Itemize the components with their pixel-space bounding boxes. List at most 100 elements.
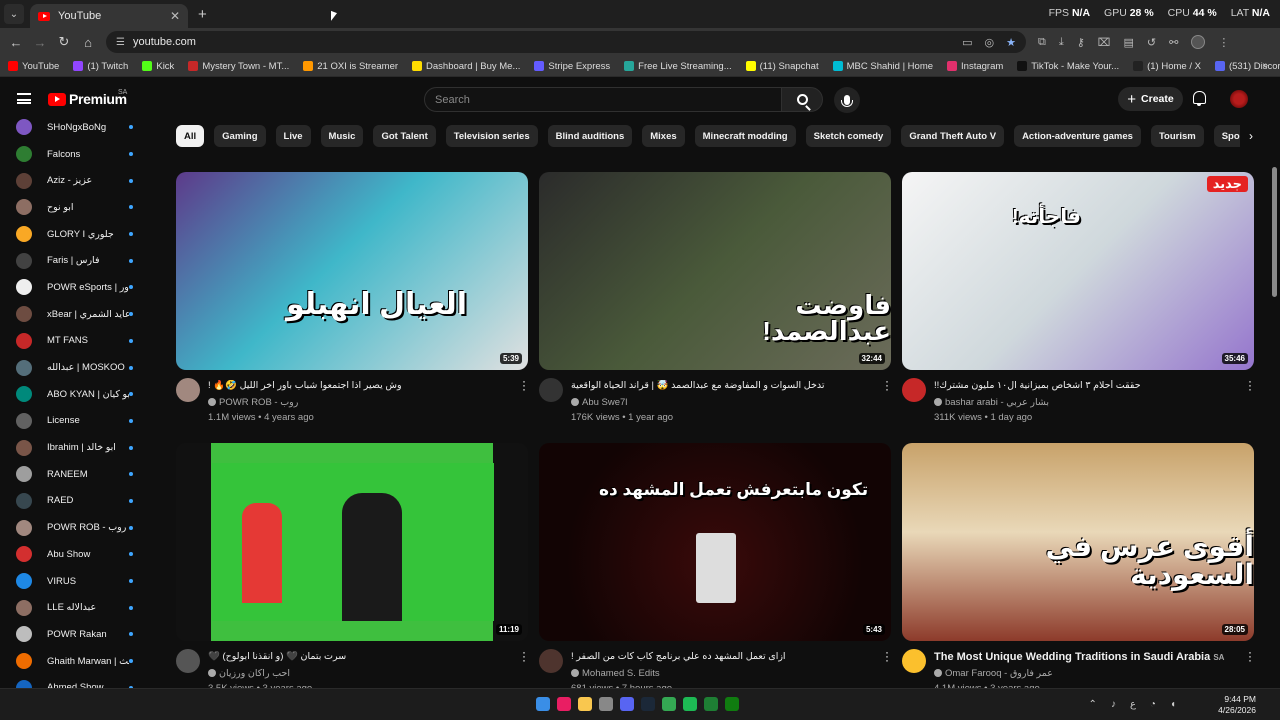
video-title[interactable]: وش يصير اذا اجتمعوا شباب باور اخر الليل … (208, 380, 508, 391)
eye-off-icon[interactable]: ◎ (985, 36, 995, 49)
cast-icon[interactable]: ▭ (962, 36, 972, 49)
new-tab-button[interactable]: + (198, 6, 207, 23)
filter-chip[interactable]: Television series (445, 125, 538, 147)
filter-chip[interactable]: Got Talent (373, 125, 436, 147)
tab-close-icon[interactable]: ✕ (170, 9, 180, 23)
bookmark-item[interactable]: (1) Home / X (1133, 61, 1201, 72)
key-icon[interactable]: ⚷ (1077, 36, 1085, 49)
more-options-icon[interactable]: · · · (885, 375, 889, 395)
video-card[interactable]: 11:19 سرت بتمان 🖤 (و انقذنا ابولوح) 🖤 احب … (176, 443, 528, 688)
sidebar-subscription-item[interactable]: POWR eSports | باور (0, 274, 146, 301)
bookmark-item[interactable]: Free Live Streaming... (624, 61, 732, 72)
more-options-icon[interactable]: · · · (885, 646, 889, 666)
search-box[interactable] (424, 87, 782, 112)
sidebar-subscription-item[interactable]: عبدالله | MOSKOO (0, 354, 146, 381)
bookmark-item[interactable]: (1) Twitch (73, 61, 128, 72)
more-options-icon[interactable]: · · · (1248, 646, 1252, 666)
filter-chip[interactable]: Grand Theft Auto V (901, 125, 1005, 147)
channel-avatar[interactable] (539, 649, 563, 673)
channel-avatar[interactable] (902, 649, 926, 673)
settings-icon[interactable] (599, 697, 613, 711)
search-input[interactable] (435, 93, 781, 106)
filter-chip[interactable]: Minecraft modding (694, 125, 796, 147)
bookmark-item[interactable]: (531) Discord | Frien... (1214, 61, 1280, 72)
back-icon[interactable]: ← (4, 35, 28, 50)
more-options-icon[interactable]: · · · (1248, 375, 1252, 395)
channel-name[interactable]: Omar Farooq - عمر فاروق (934, 668, 1053, 679)
sidebar-subscription-item[interactable]: RAED (0, 488, 146, 515)
bookmark-item[interactable]: Mystery Town - MT... (188, 61, 289, 72)
sidebar-subscription-item[interactable]: RANEEM (0, 461, 146, 488)
more-options-icon[interactable]: · · · (522, 646, 526, 666)
notifications-bell-icon[interactable] (1193, 91, 1206, 106)
channel-avatar[interactable] (176, 378, 200, 402)
video-card[interactable]: أقوى عرس في السعودية 28:05 The Most Unique… (902, 443, 1254, 688)
home-icon[interactable]: ⌂ (76, 35, 100, 50)
sidebar-subscription-item[interactable]: POWR ROB - روب (0, 514, 146, 541)
sidebar-subscription-item[interactable]: Abu Show (0, 541, 146, 568)
create-button[interactable]: + Create (1118, 87, 1183, 111)
history-icon[interactable]: ↺ (1147, 36, 1156, 49)
sidebar-subscription-item[interactable]: Falcons (0, 141, 146, 168)
download-icon[interactable]: ⤓ (1059, 36, 1064, 49)
windows-start-icon[interactable] (536, 697, 550, 711)
sidebar-subscription-item[interactable]: Ahmed Show (0, 674, 146, 688)
sidebar-subscription-item[interactable]: POWR Rakan (0, 621, 146, 648)
sidebar-subscription-item[interactable]: MT FANS (0, 328, 146, 355)
extensions-icon[interactable]: ⧉ (1038, 36, 1046, 49)
wifi-icon[interactable]: ◔ (1150, 699, 1156, 710)
filter-chip[interactable]: Live (275, 125, 311, 147)
video-title[interactable]: حققت أحلام ٣ اشخاص بميزانية ال١٠ مليون م… (934, 380, 1234, 391)
hamburger-menu-icon[interactable] (17, 93, 31, 104)
account-avatar[interactable] (1230, 90, 1248, 108)
chrome-icon[interactable] (662, 697, 676, 711)
channel-avatar[interactable] (539, 378, 563, 402)
tray-mic-icon[interactable]: ♪ (1111, 699, 1116, 710)
sidebar-subscription-item[interactable]: xBear | عايد الشمري ... (0, 301, 146, 328)
keyboard-language[interactable]: ع (1130, 699, 1136, 710)
sidebar-subscription-item[interactable]: Faris | فارس (0, 247, 146, 274)
sidebar-subscription-item[interactable]: ابو نوح (0, 194, 146, 221)
excel-icon[interactable] (704, 697, 718, 711)
video-thumbnail[interactable]: فاوضت عبدالصمد! 32:44 (539, 172, 891, 370)
sidebar-subscription-item[interactable]: Ibrahim | ابو خالد (0, 434, 146, 461)
bookmark-item[interactable]: Instagram (947, 61, 1003, 72)
translate-icon[interactable]: ⌧ (1098, 36, 1111, 49)
tray-chevron-icon[interactable]: ⌃ (1089, 699, 1097, 710)
channel-name[interactable]: احب راكان ورزيان (208, 668, 290, 679)
video-thumbnail[interactable]: فاجأته! جديد 35:46 (902, 172, 1254, 370)
video-thumbnail[interactable]: 11:19 (176, 443, 528, 641)
video-card[interactable]: العيال انهبلو 5:39 وش يصير اذا اجتمعوا شبا… (176, 172, 528, 438)
steam-icon[interactable] (641, 697, 655, 711)
video-card[interactable]: فاوضت عبدالصمد! 32:44 تدخل السوات و المفاو… (539, 172, 891, 438)
video-card[interactable]: فاجأته! جديد 35:46 حققت أحلام ٣ اشخاص بميزا… (902, 172, 1254, 438)
youtube-premium-logo[interactable]: Premium (48, 91, 127, 107)
site-info-icon[interactable]: ☰ (116, 37, 125, 48)
page-scrollbar[interactable] (1272, 167, 1277, 297)
filter-chip[interactable]: Music (320, 125, 364, 147)
wallet-icon[interactable]: ▤ (1123, 36, 1133, 49)
volume-icon[interactable]: ◖ (1170, 699, 1176, 710)
file-explorer-icon[interactable] (578, 697, 592, 711)
reload-icon[interactable]: ↻ (52, 34, 76, 50)
channel-name[interactable]: bashar arabi - بشار عربي (934, 397, 1049, 408)
video-thumbnail[interactable]: تكون مابتعرفش تعمل المشهد ده 5:43 (539, 443, 891, 641)
bookmark-item[interactable]: TikTok - Make Your... (1017, 61, 1119, 72)
taskbar-clock[interactable]: 9:44 PM 4/26/2026 (1218, 694, 1256, 716)
sidebar-subscription-item[interactable]: License (0, 408, 146, 435)
profile-avatar-icon[interactable] (1191, 35, 1206, 49)
browser-menu-icon[interactable]: ⋮ (1218, 36, 1229, 49)
filter-chip[interactable]: Blind auditions (547, 125, 633, 147)
sidebar-subscription-item[interactable]: SHoNgxBoNg (0, 114, 146, 141)
filter-chip[interactable]: Action-adventure games (1014, 125, 1141, 147)
video-thumbnail[interactable]: أقوى عرس في السعودية 28:05 (902, 443, 1254, 641)
bookmark-item[interactable]: MBC Shahid | Home (832, 61, 933, 72)
filter-chip[interactable]: Mixes (642, 125, 685, 147)
bookmark-item[interactable]: Kick (142, 61, 174, 72)
bookmark-item[interactable]: (11) Snapchat (745, 61, 819, 72)
forward-icon[interactable]: → (28, 35, 52, 50)
xbox-icon[interactable] (725, 697, 739, 711)
bookmark-item[interactable]: Stripe Express (534, 61, 610, 72)
channel-name[interactable]: POWR ROB - روب (208, 397, 298, 408)
app-a-icon[interactable] (557, 697, 571, 711)
